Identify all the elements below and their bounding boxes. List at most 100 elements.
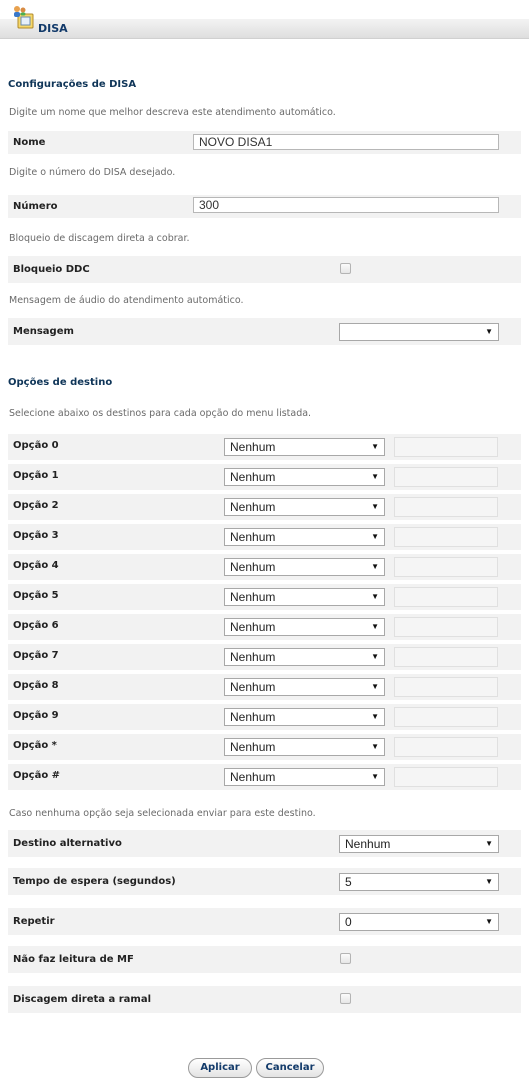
option-destination-select[interactable]: Nenhum ▼ <box>224 708 385 726</box>
option-destination-value: Nenhum <box>230 500 276 514</box>
option-extension-field[interactable] <box>394 677 498 697</box>
no-mf-label: Não faz leitura de MF <box>13 954 134 965</box>
chevron-down-icon: ▼ <box>371 592 379 601</box>
config-section-title: Configurações de DISA <box>8 79 137 90</box>
option-destination-select[interactable]: Nenhum ▼ <box>224 468 385 486</box>
disa-users-icon <box>13 5 35 31</box>
number-input[interactable]: 300 <box>193 197 499 213</box>
option-label: Opção # <box>13 770 61 781</box>
direct-dial-checkbox[interactable] <box>340 993 351 1004</box>
wait-time-label: Tempo de espera (segundos) <box>13 876 176 887</box>
chevron-down-icon: ▼ <box>371 502 379 511</box>
option-destination-select[interactable]: Nenhum ▼ <box>224 588 385 606</box>
alt-destination-value: Nenhum <box>345 837 391 851</box>
chevron-down-icon: ▼ <box>371 622 379 631</box>
option-destination-select[interactable]: Nenhum ▼ <box>224 618 385 636</box>
option-label: Opção 4 <box>13 560 59 571</box>
repeat-select[interactable]: 0 ▼ <box>339 913 499 931</box>
title-bar <box>0 19 529 39</box>
option-destination-value: Nenhum <box>230 710 276 724</box>
option-destination-select[interactable]: Nenhum ▼ <box>224 768 385 786</box>
wait-time-value: 5 <box>345 875 352 889</box>
repeat-label: Repetir <box>13 916 55 927</box>
chevron-down-icon: ▼ <box>371 472 379 481</box>
option-destination-value: Nenhum <box>230 770 276 784</box>
option-destination-value: Nenhum <box>230 470 276 484</box>
chevron-down-icon: ▼ <box>371 562 379 571</box>
direct-dial-label: Discagem direta a ramal <box>13 994 152 1005</box>
alt-destination-label: Destino alternativo <box>13 838 122 849</box>
option-label: Opção 1 <box>13 470 59 481</box>
direct-dial-row: Discagem direta a ramal <box>8 986 521 1013</box>
option-destination-select[interactable]: Nenhum ▼ <box>224 648 385 666</box>
chevron-down-icon: ▼ <box>371 682 379 691</box>
ddc-label: Bloqueio DDC <box>13 264 90 275</box>
option-label: Opção 0 <box>13 440 59 451</box>
option-destination-select[interactable]: Nenhum ▼ <box>224 678 385 696</box>
chevron-down-icon: ▼ <box>371 652 379 661</box>
option-extension-field[interactable] <box>394 467 498 487</box>
option-extension-field[interactable] <box>394 557 498 577</box>
option-extension-field[interactable] <box>394 497 498 517</box>
alt-destination-select[interactable]: Nenhum ▼ <box>339 835 499 853</box>
option-destination-select[interactable]: Nenhum ▼ <box>224 498 385 516</box>
option-destination-value: Nenhum <box>230 590 276 604</box>
page-title: DISA <box>38 22 68 35</box>
destinations-hint: Selecione abaixo os destinos para cada o… <box>9 408 312 419</box>
option-label: Opção * <box>13 740 57 751</box>
option-label: Opção 5 <box>13 590 59 601</box>
option-extension-field[interactable] <box>394 707 498 727</box>
repeat-value: 0 <box>345 915 352 929</box>
chevron-down-icon: ▼ <box>485 877 493 886</box>
ddc-hint: Bloqueio de discagem direta a cobrar. <box>9 233 190 244</box>
option-label: Opção 3 <box>13 530 59 541</box>
ddc-row: Bloqueio DDC <box>8 256 521 283</box>
option-destination-value: Nenhum <box>230 530 276 544</box>
option-extension-field[interactable] <box>394 437 498 457</box>
message-label: Mensagem <box>13 326 74 337</box>
chevron-down-icon: ▼ <box>371 772 379 781</box>
option-extension-field[interactable] <box>394 767 498 787</box>
option-label: Opção 2 <box>13 500 59 511</box>
name-label: Nome <box>13 137 46 148</box>
option-destination-select[interactable]: Nenhum ▼ <box>224 558 385 576</box>
option-destination-value: Nenhum <box>230 650 276 664</box>
option-extension-field[interactable] <box>394 527 498 547</box>
name-input[interactable]: NOVO DISA1 <box>193 134 499 150</box>
chevron-down-icon: ▼ <box>485 917 493 926</box>
chevron-down-icon: ▼ <box>371 442 379 451</box>
wait-time-select[interactable]: 5 ▼ <box>339 873 499 891</box>
option-extension-field[interactable] <box>394 587 498 607</box>
chevron-down-icon: ▼ <box>371 532 379 541</box>
option-destination-select[interactable]: Nenhum ▼ <box>224 528 385 546</box>
message-select[interactable]: ▼ <box>339 323 499 341</box>
chevron-down-icon: ▼ <box>371 712 379 721</box>
message-hint: Mensagem de áudio do atendimento automát… <box>9 295 244 306</box>
option-extension-field[interactable] <box>394 617 498 637</box>
option-destination-value: Nenhum <box>230 440 276 454</box>
option-destination-select[interactable]: Nenhum ▼ <box>224 738 385 756</box>
option-label: Opção 6 <box>13 620 59 631</box>
option-extension-field[interactable] <box>394 737 498 757</box>
option-destination-value: Nenhum <box>230 620 276 634</box>
name-hint: Digite um nome que melhor descreva este … <box>9 107 336 118</box>
ddc-checkbox[interactable] <box>340 263 351 274</box>
number-label: Número <box>13 201 58 212</box>
option-label: Opção 9 <box>13 710 59 721</box>
cancel-button[interactable]: Cancelar <box>256 1058 324 1078</box>
chevron-down-icon: ▼ <box>371 742 379 751</box>
destinations-section-title: Opções de destino <box>8 377 113 388</box>
option-label: Opção 7 <box>13 650 59 661</box>
number-hint: Digite o número do DISA desejado. <box>9 167 176 178</box>
option-label: Opção 8 <box>13 680 59 691</box>
option-destination-value: Nenhum <box>230 740 276 754</box>
option-extension-field[interactable] <box>394 647 498 667</box>
apply-button[interactable]: Aplicar <box>188 1058 252 1078</box>
chevron-down-icon: ▼ <box>485 327 493 336</box>
option-destination-value: Nenhum <box>230 680 276 694</box>
fallback-hint: Caso nenhuma opção seja selecionada envi… <box>9 808 316 819</box>
no-mf-checkbox[interactable] <box>340 953 351 964</box>
option-destination-select[interactable]: Nenhum ▼ <box>224 438 385 456</box>
option-destination-value: Nenhum <box>230 560 276 574</box>
no-mf-row: Não faz leitura de MF <box>8 946 521 973</box>
